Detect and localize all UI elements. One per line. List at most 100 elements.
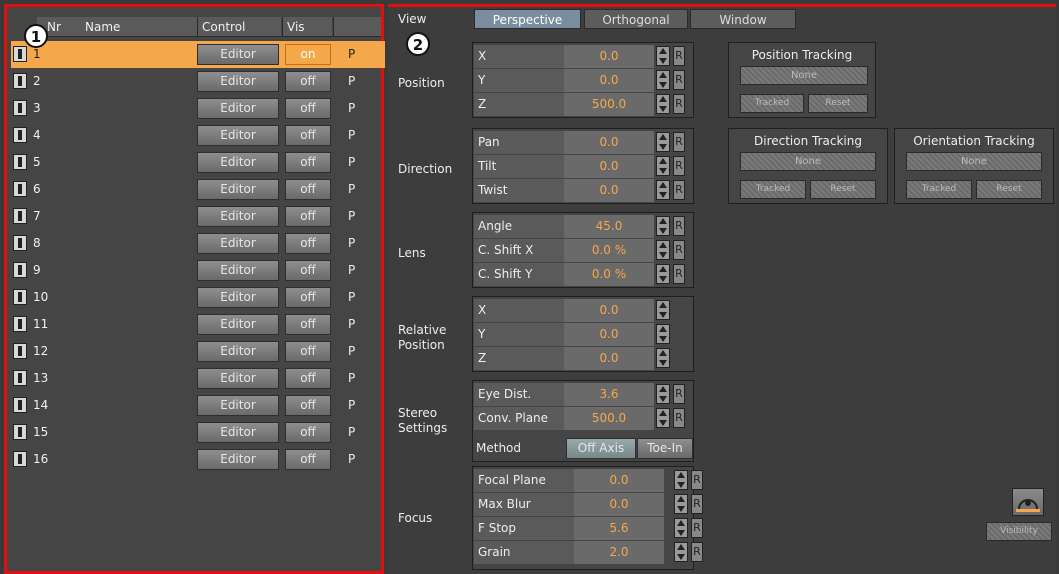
position-tracking-reset-button[interactable]: Reset [808,94,868,113]
spinner-arrows-icon[interactable] [674,494,688,514]
visibility-toggle[interactable]: off [285,233,331,254]
editor-button[interactable]: Editor [197,71,279,92]
spinner-arrows-icon[interactable] [656,216,670,236]
editor-button[interactable]: Editor [197,368,279,389]
editor-button[interactable]: Editor [197,152,279,173]
editor-button[interactable]: Editor [197,125,279,146]
camera-row[interactable]: 11 Editor off P [11,311,385,338]
visibility-toggle[interactable]: off [285,98,331,119]
direction-value-input[interactable]: 0.0 [564,131,654,154]
editor-button[interactable]: Editor [197,422,279,443]
spinner-arrows-icon[interactable] [656,324,670,344]
camera-row[interactable]: 9 Editor off P [11,257,385,284]
spinner-arrows-icon[interactable] [656,180,670,200]
stereo-value-input[interactable]: 3.6 [564,383,654,406]
direction-tracking-reset-button[interactable]: Reset [810,180,876,199]
editor-button[interactable]: Editor [197,260,279,281]
reset-r-button[interactable]: R [691,470,703,490]
camera-row[interactable]: 8 Editor off P [11,230,385,257]
spinner-arrows-icon[interactable] [656,240,670,260]
tab-window[interactable]: Window [690,9,796,29]
focus-value-input[interactable]: 0.0 [574,493,664,516]
direction-value-input[interactable]: 0.0 [564,155,654,178]
reset-r-button[interactable]: R [673,384,685,404]
visibility-toggle[interactable]: off [285,395,331,416]
position-value-input[interactable]: 0.0 [564,69,654,92]
visibility-toggle[interactable]: off [285,71,331,92]
editor-button[interactable]: Editor [197,287,279,308]
editor-button[interactable]: Editor [197,395,279,416]
camera-row[interactable]: 13 Editor off P [11,365,385,392]
camera-row[interactable]: 14 Editor off P [11,392,385,419]
column-vis[interactable]: Vis [282,17,332,37]
reset-r-button[interactable]: R [673,46,685,66]
tab-perspective[interactable]: Perspective [474,9,581,29]
visibility-toggle[interactable]: on [285,44,331,65]
reset-r-button[interactable]: R [673,216,685,236]
reset-r-button[interactable]: R [673,180,685,200]
reset-r-button[interactable]: R [691,518,703,538]
column-control[interactable]: Control [197,17,281,37]
orientation-tracking-tracked-button[interactable]: Tracked [906,180,972,199]
stereo-value-input[interactable]: 500.0 [564,407,654,430]
spinner-arrows-icon[interactable] [656,300,670,320]
orientation-tracking-reset-button[interactable]: Reset [976,180,1042,199]
camera-row[interactable]: 3 Editor off P [11,95,385,122]
column-nr[interactable]: Nr [47,17,61,37]
focus-value-input[interactable]: 2.0 [574,541,664,564]
spinner-arrows-icon[interactable] [674,542,688,562]
camera-row[interactable]: 10 Editor off P [11,284,385,311]
orientation-tracking-none-button[interactable]: None [906,152,1042,171]
lens-value-input[interactable]: 45.0 [564,215,654,238]
spinner-arrows-icon[interactable] [656,46,670,66]
visibility-button[interactable]: Visibility [986,522,1052,541]
direction-tracking-none-button[interactable]: None [740,152,876,171]
lens-value-input[interactable]: 0.0 % [564,263,654,286]
editor-button[interactable]: Editor [197,314,279,335]
camera-row[interactable]: 16 Editor off P [11,446,385,473]
camera-row[interactable]: 5 Editor off P [11,149,385,176]
camera-view-icon[interactable] [1012,488,1044,516]
spinner-arrows-icon[interactable] [656,408,670,428]
visibility-toggle[interactable]: off [285,260,331,281]
editor-button[interactable]: Editor [197,233,279,254]
relpos-value-input[interactable]: 0.0 [564,299,654,322]
editor-button[interactable]: Editor [197,179,279,200]
reset-r-button[interactable]: R [673,132,685,152]
direction-value-input[interactable]: 0.0 [564,179,654,202]
position-value-input[interactable]: 500.0 [564,93,654,116]
column-name[interactable]: Name [85,17,120,37]
tab-orthogonal[interactable]: Orthogonal [584,9,688,29]
focus-value-input[interactable]: 5.6 [574,517,664,540]
reset-r-button[interactable]: R [673,240,685,260]
reset-r-button[interactable]: R [673,408,685,428]
camera-row[interactable]: 2 Editor off P [11,68,385,95]
editor-button[interactable]: Editor [197,98,279,119]
spinner-arrows-icon[interactable] [674,518,688,538]
visibility-toggle[interactable]: off [285,206,331,227]
visibility-toggle[interactable]: off [285,314,331,335]
camera-row[interactable]: 4 Editor off P [11,122,385,149]
reset-r-button[interactable]: R [673,156,685,176]
spinner-arrows-icon[interactable] [656,94,670,114]
spinner-arrows-icon[interactable] [656,70,670,90]
visibility-toggle[interactable]: off [285,287,331,308]
visibility-toggle[interactable]: off [285,341,331,362]
visibility-toggle[interactable]: off [285,449,331,470]
position-tracking-tracked-button[interactable]: Tracked [740,94,804,113]
spinner-arrows-icon[interactable] [674,470,688,490]
spinner-arrows-icon[interactable] [656,348,670,368]
visibility-toggle[interactable]: off [285,422,331,443]
visibility-toggle[interactable]: off [285,368,331,389]
editor-button[interactable]: Editor [197,449,279,470]
spinner-arrows-icon[interactable] [656,384,670,404]
camera-row[interactable]: 15 Editor off P [11,419,385,446]
visibility-toggle[interactable]: off [285,125,331,146]
position-value-input[interactable]: 0.0 [564,45,654,68]
position-tracking-none-button[interactable]: None [740,66,868,85]
camera-row[interactable]: 6 Editor off P [11,176,385,203]
reset-r-button[interactable]: R [691,542,703,562]
relpos-value-input[interactable]: 0.0 [564,347,654,370]
visibility-toggle[interactable]: off [285,152,331,173]
spinner-arrows-icon[interactable] [656,264,670,284]
